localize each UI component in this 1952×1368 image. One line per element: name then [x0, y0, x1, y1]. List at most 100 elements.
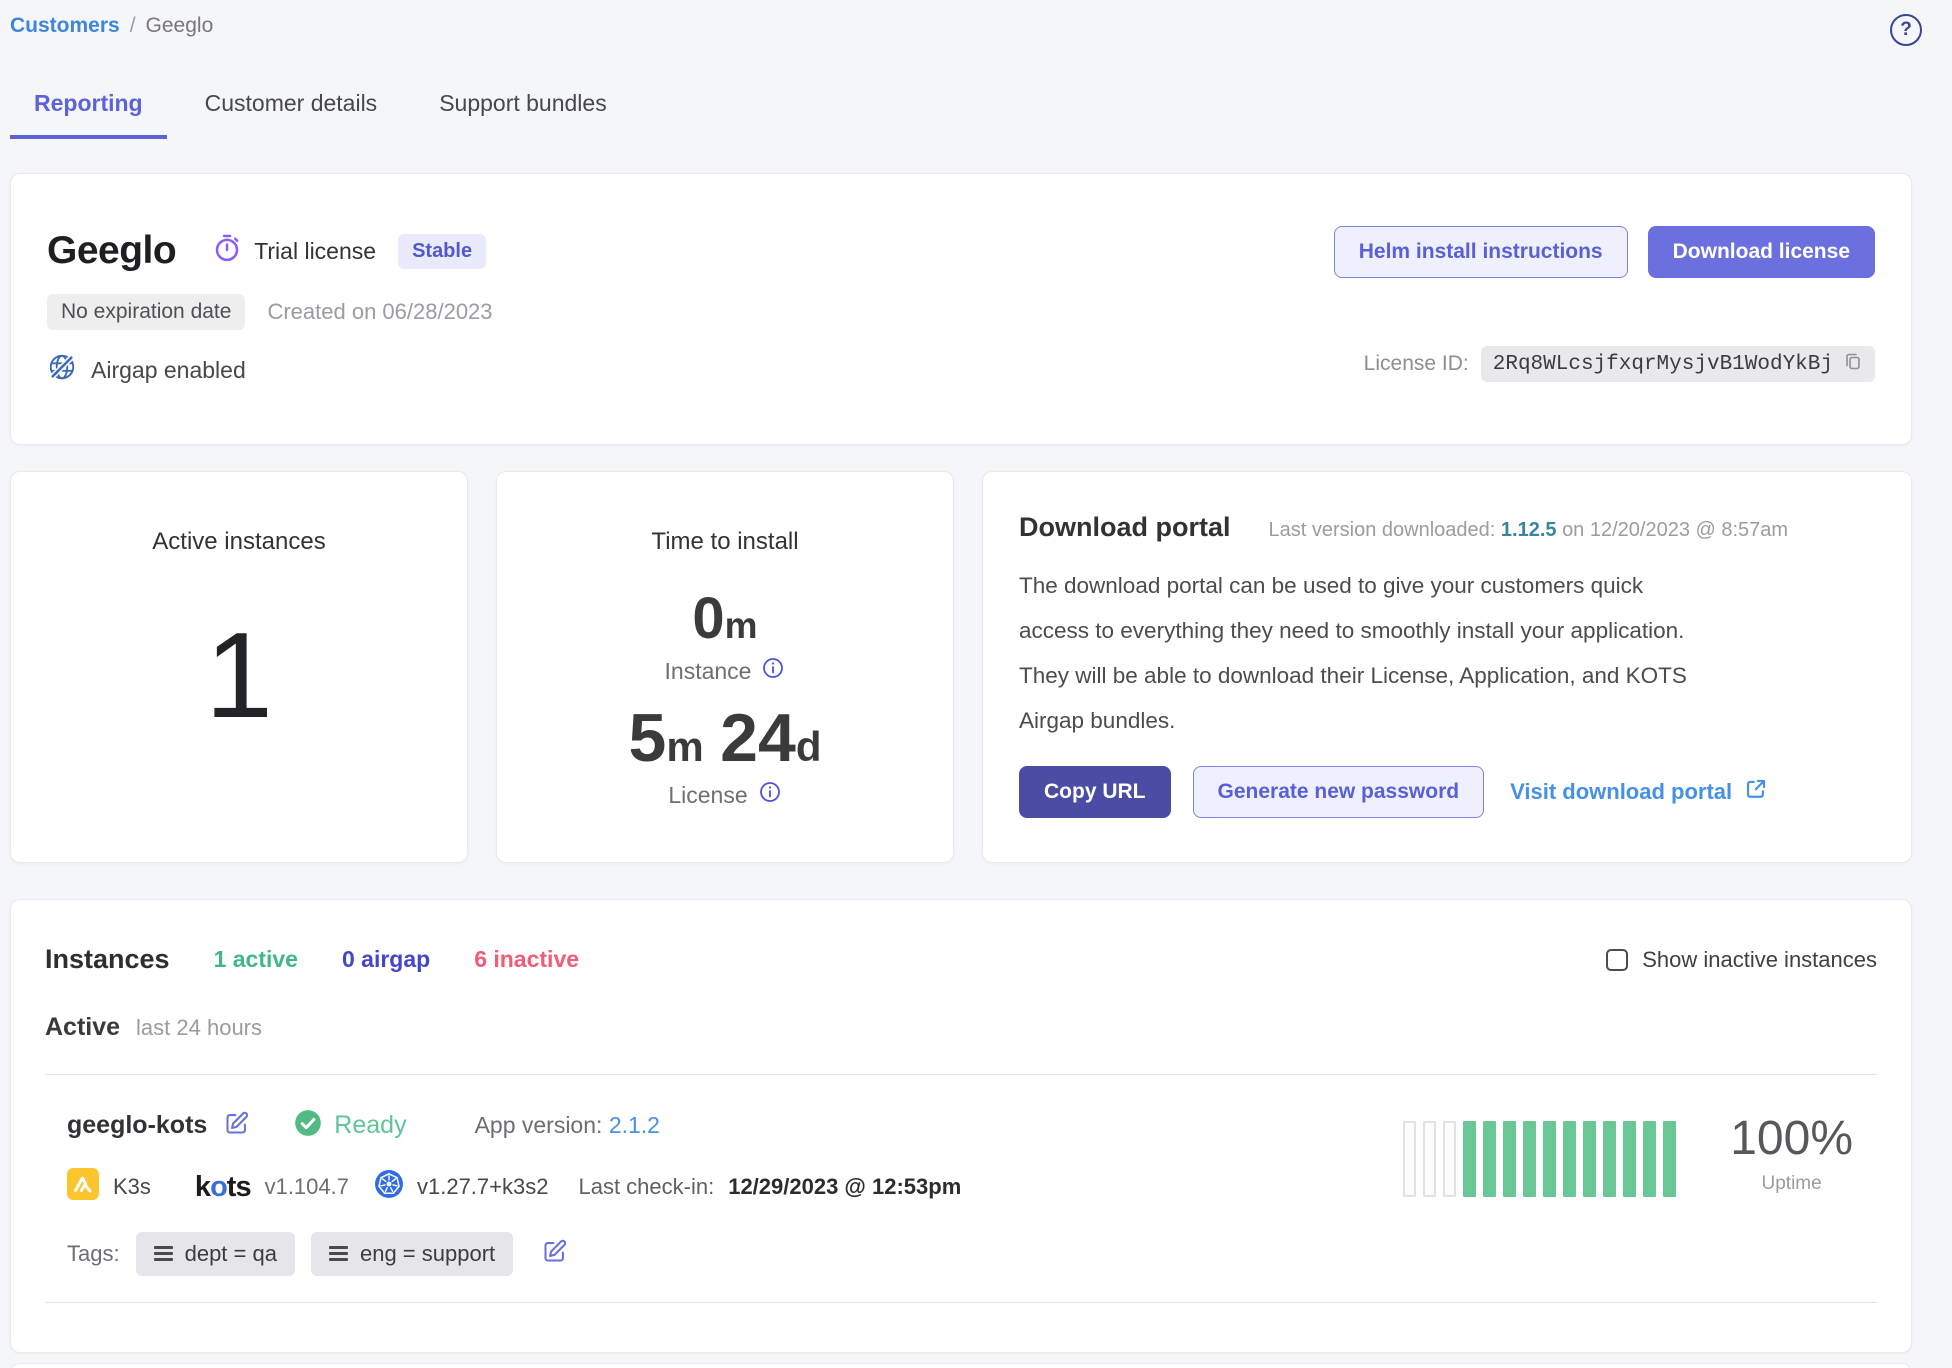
- license-summary-card: Geeglo Trial license Stable No exp: [10, 173, 1912, 445]
- kubernetes-icon: [375, 1170, 403, 1204]
- uptime-label: Uptime: [1730, 1173, 1853, 1195]
- show-inactive-toggle[interactable]: Show inactive instances: [1606, 947, 1877, 973]
- external-link-icon: [1744, 777, 1768, 807]
- breadcrumb-separator: /: [130, 14, 136, 38]
- tags-label: Tags:: [67, 1241, 120, 1267]
- info-icon[interactable]: [758, 780, 782, 810]
- uptime-percent: 100%: [1730, 1115, 1853, 1163]
- active-instances-value: 1: [11, 614, 467, 736]
- tag-pill: dept = qa: [136, 1232, 295, 1276]
- uptime-bar: [1463, 1121, 1476, 1197]
- tab-customer-details[interactable]: Customer details: [181, 84, 402, 139]
- license-summary-left: Geeglo Trial license Stable No exp: [47, 174, 493, 444]
- license-id-label: License ID:: [1364, 352, 1469, 376]
- uptime-bar: [1583, 1121, 1596, 1197]
- show-inactive-checkbox[interactable]: [1606, 949, 1628, 971]
- tag-lines-icon: [329, 1241, 348, 1267]
- visit-download-portal-link[interactable]: Visit download portal: [1510, 777, 1768, 807]
- license-install-time-value2: 24: [720, 700, 796, 776]
- uptime-bar: [1603, 1121, 1616, 1197]
- license-install-time-value1: 5: [629, 700, 667, 776]
- tab-support-bundles[interactable]: Support bundles: [415, 84, 631, 139]
- stopwatch-icon: [212, 233, 242, 269]
- airgap-globe-icon: [47, 352, 77, 388]
- active-section-header: Active: [45, 1013, 120, 1042]
- breadcrumb-customers-link[interactable]: Customers: [10, 14, 120, 38]
- tag-value: dept = qa: [185, 1241, 277, 1267]
- breadcrumb: Customers / Geeglo: [10, 14, 213, 38]
- kots-logo-o: o: [210, 1171, 227, 1203]
- info-icon[interactable]: [761, 656, 785, 686]
- instances-title: Instances: [45, 944, 170, 975]
- edit-instance-name-icon[interactable]: [223, 1110, 250, 1142]
- kots-logo-k: k: [195, 1171, 210, 1203]
- active-count-filter[interactable]: 1 active: [214, 946, 298, 973]
- instances-card: Instances 1 active 0 airgap 6 inactive S…: [10, 899, 1912, 1353]
- expiration-badge: No expiration date: [47, 294, 245, 330]
- copy-url-button[interactable]: Copy URL: [1019, 766, 1171, 818]
- download-license-button[interactable]: Download license: [1648, 226, 1875, 278]
- tag-value: eng = support: [360, 1241, 495, 1267]
- tag-lines-icon: [154, 1241, 173, 1267]
- license-install-time-unit2: d: [796, 723, 822, 770]
- uptime-bar: [1643, 1121, 1656, 1197]
- airgap-count-filter[interactable]: 0 airgap: [342, 946, 430, 973]
- copy-icon[interactable]: [1843, 351, 1863, 377]
- kots-logo-ts: ts: [227, 1171, 251, 1203]
- download-portal-description: The download portal can be used to give …: [1019, 563, 1719, 743]
- last-version-label: Last version downloaded:: [1269, 519, 1496, 541]
- ready-check-icon: [294, 1109, 322, 1142]
- customer-name: Geeglo: [47, 229, 176, 273]
- distribution-label: K3s: [113, 1174, 151, 1200]
- instance-row: geeglo-kots: [45, 1075, 1877, 1276]
- uptime-bar: [1503, 1121, 1516, 1197]
- show-inactive-label: Show inactive instances: [1642, 947, 1877, 973]
- license-type: Trial license: [212, 233, 376, 269]
- instance-status: Ready: [334, 1111, 406, 1140]
- download-portal-title: Download portal: [1019, 512, 1231, 543]
- instance-install-time-value: 0: [692, 586, 724, 651]
- uptime-bar: [1483, 1121, 1496, 1197]
- app-version-link[interactable]: 2.1.2: [609, 1112, 660, 1138]
- download-portal-card: Download portal Last version downloaded:…: [982, 471, 1912, 863]
- help-icon[interactable]: ?: [1890, 14, 1922, 46]
- license-install-time-unit1: m: [666, 723, 703, 770]
- channel-badge: Stable: [398, 234, 486, 269]
- customer-reporting-page: Customers / Geeglo ? Reporting Customer …: [0, 0, 1952, 1368]
- license-id-pill: 2Rq8WLcsjfxqrMysjvB1WodYkBj: [1481, 346, 1875, 382]
- uptime-bar: [1543, 1121, 1556, 1197]
- tag-pill: eng = support: [311, 1232, 513, 1276]
- instance-install-label: Instance: [665, 658, 752, 685]
- uptime-bar: [1423, 1121, 1436, 1197]
- stats-row: Active instances 1 Time to install 0m In…: [10, 471, 1912, 863]
- last-checkin-label: Last check-in:: [578, 1174, 714, 1200]
- visit-download-portal-label: Visit download portal: [1510, 779, 1732, 805]
- last-version-link[interactable]: 1.12.5: [1501, 519, 1557, 541]
- uptime-bar: [1523, 1121, 1536, 1197]
- breadcrumb-current: Geeglo: [146, 14, 214, 38]
- license-id-value: 2Rq8WLcsjfxqrMysjvB1WodYkBj: [1493, 353, 1833, 376]
- active-instances-card: Active instances 1: [10, 471, 468, 863]
- last-version-date: on 12/20/2023 @ 8:57am: [1562, 519, 1788, 541]
- edit-tags-icon[interactable]: [541, 1238, 568, 1270]
- airgap-enabled-label: Airgap enabled: [91, 357, 246, 384]
- inactive-count-filter[interactable]: 6 inactive: [474, 946, 579, 973]
- active-section-subheader: last 24 hours: [136, 1015, 262, 1041]
- time-to-install-title: Time to install: [497, 528, 953, 556]
- uptime-area: 100% Uptime: [1403, 1115, 1855, 1276]
- uptime-bar: [1623, 1121, 1636, 1197]
- kots-logo: kots: [195, 1171, 251, 1204]
- license-type-label: Trial license: [254, 238, 376, 265]
- uptime-bar: [1443, 1121, 1456, 1197]
- next-section-card-partial: [10, 1363, 1912, 1368]
- tab-bar: Reporting Customer details Support bundl…: [10, 84, 1912, 139]
- instance-install-time-unit: m: [725, 605, 758, 646]
- helm-install-instructions-button[interactable]: Helm install instructions: [1334, 226, 1628, 278]
- created-date-text: Created on 06/28/2023: [267, 299, 492, 325]
- generate-new-password-button[interactable]: Generate new password: [1193, 766, 1485, 818]
- uptime-bar: [1403, 1121, 1416, 1197]
- instance-name: geeglo-kots: [67, 1111, 207, 1140]
- tab-reporting[interactable]: Reporting: [10, 84, 167, 139]
- kots-version: v1.104.7: [265, 1174, 349, 1200]
- license-summary-right: Helm install instructions Download licen…: [1334, 174, 1875, 444]
